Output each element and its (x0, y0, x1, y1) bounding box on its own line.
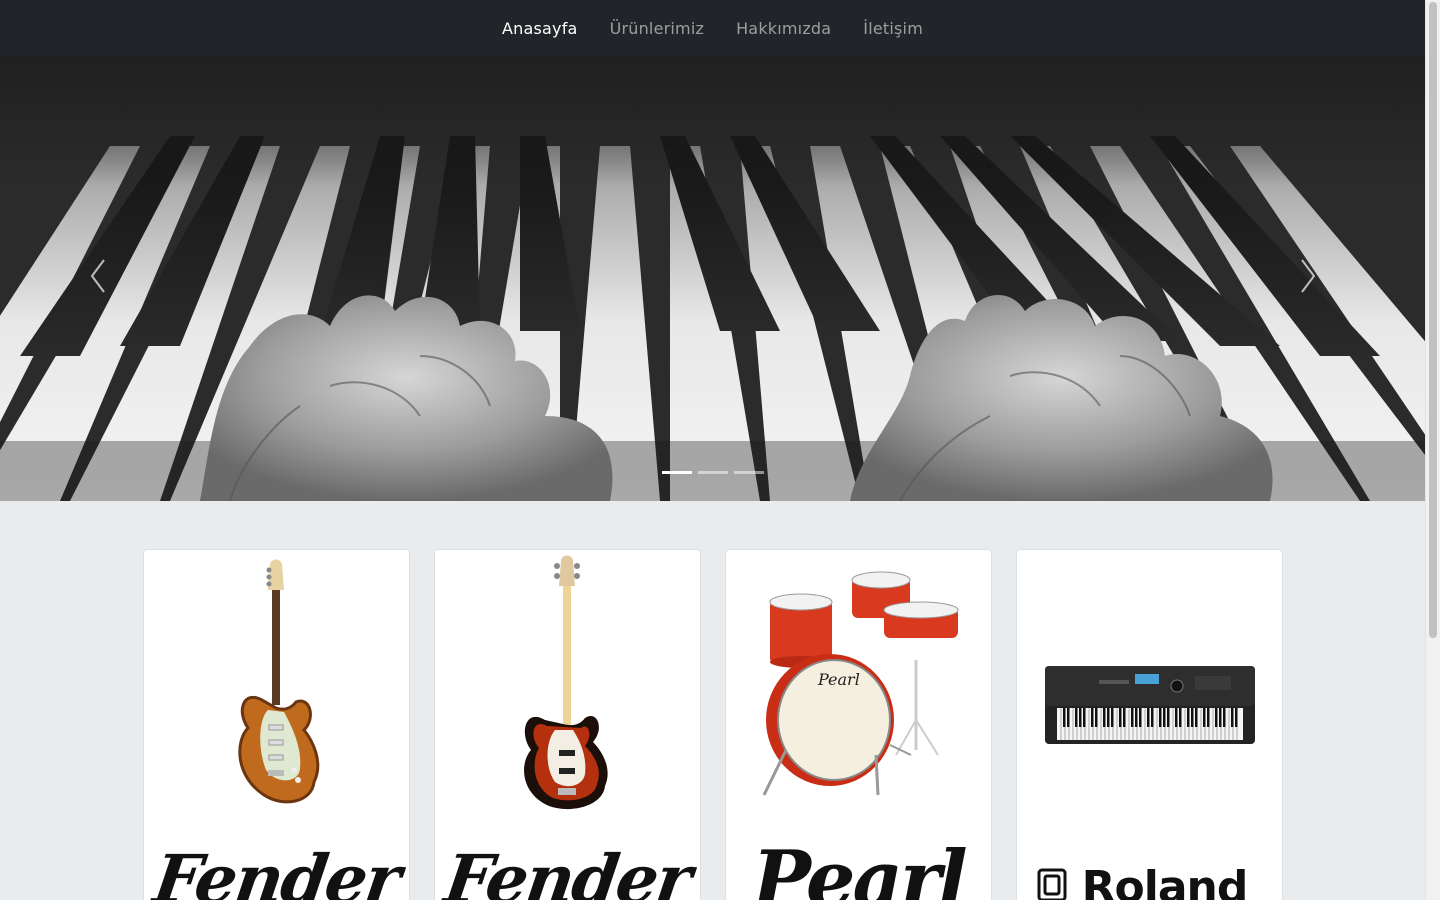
chevron-right-icon (1301, 259, 1316, 293)
brand-logo-pearl: Pearl (752, 834, 967, 900)
carousel-indicators (662, 471, 764, 474)
chevron-left-icon (90, 259, 105, 293)
carousel-indicator-3[interactable] (734, 471, 764, 474)
hero-carousel (0, 56, 1425, 501)
product-card-roland-keyboard[interactable]: Roland (1016, 549, 1283, 900)
top-navbar: Anasayfa Ürünlerimiz Hakkımızda İletişim (0, 0, 1425, 56)
product-card-fender-guitar[interactable]: Fender (143, 549, 410, 900)
product-card-grid: Fender Fender Pearl Pearl Roland (143, 549, 1283, 900)
keyboard-image (1045, 666, 1255, 744)
electric-guitar-image (238, 559, 320, 804)
carousel-indicator-2[interactable] (698, 471, 728, 474)
nav-link-contact[interactable]: İletişim (847, 19, 939, 38)
brand-logo-fender: Fender (148, 840, 405, 900)
carousel-prev-button[interactable] (88, 256, 128, 304)
product-card-fender-bass[interactable]: Fender (434, 549, 701, 900)
svg-text:Pearl: Pearl (817, 670, 860, 689)
nav-link-products[interactable]: Ürünlerimiz (594, 19, 721, 38)
nav-link-home[interactable]: Anasayfa (486, 19, 594, 38)
drum-kit-image: Pearl (762, 571, 959, 796)
bass-guitar-image (524, 555, 608, 810)
page-scrollbar[interactable] (1425, 0, 1440, 900)
carousel-next-button[interactable] (1298, 256, 1338, 304)
brand-logo-fender: Fender (439, 840, 696, 900)
scrollbar-thumb[interactable] (1429, 2, 1437, 638)
piano-hands-image (0, 56, 1425, 501)
brand-logo-roland: Roland (1081, 862, 1249, 900)
product-card-pearl-drums[interactable]: Pearl Pearl (725, 549, 992, 900)
nav-link-about[interactable]: Hakkımızda (720, 19, 847, 38)
carousel-indicator-1[interactable] (662, 471, 692, 474)
